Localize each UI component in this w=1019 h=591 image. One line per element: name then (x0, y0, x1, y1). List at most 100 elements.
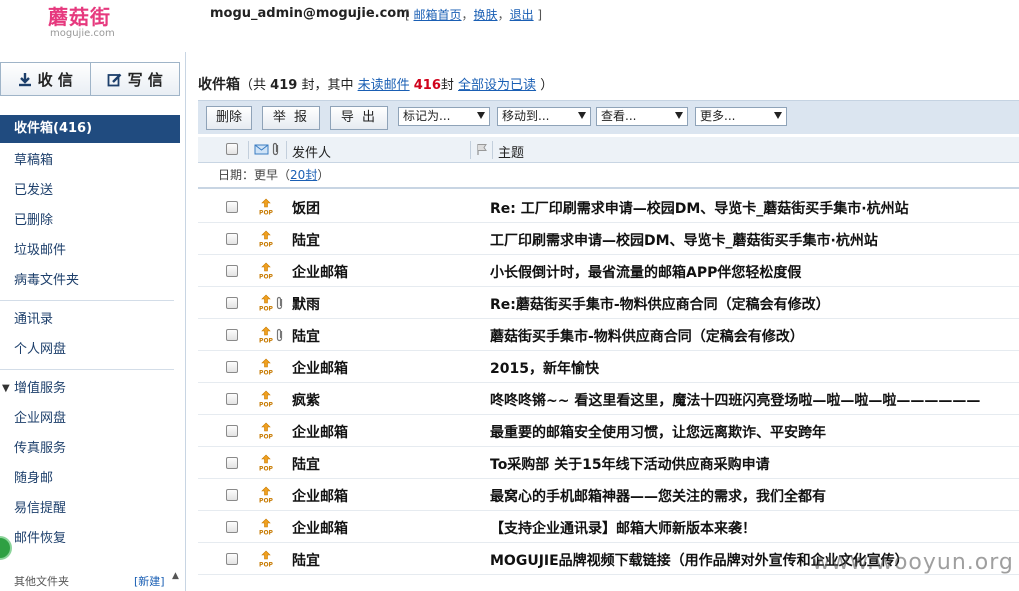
mail-type-icon[interactable] (254, 142, 270, 160)
mail-sender[interactable]: 企业邮箱 (292, 518, 348, 538)
mail-sender[interactable]: 默雨 (292, 294, 320, 314)
separator: ， (461, 8, 474, 22)
mail-row[interactable]: POP 陆宜 To采购部 关于15年线下活动供应商采购申请 (198, 447, 1019, 479)
mogujie-logo[interactable]: 蘑菇街 mogujie.com (48, 6, 120, 40)
mail-subject[interactable]: Re:蘑菇街买手集市-物料供应商合同（定稿会有修改） (490, 294, 830, 314)
divider (286, 141, 287, 159)
sidebar-item-virus[interactable]: 病毒文件夹 (0, 266, 180, 296)
mail-subject[interactable]: 蘑菇街买手集市-物料供应商合同（定稿会有修改） (490, 326, 804, 346)
mail-subject[interactable]: 最重要的邮箱安全使用习惯，让您远离欺诈、平安跨年 (490, 422, 826, 442)
mail-subject[interactable]: To采购部 关于15年线下活动供应商采购申请 (490, 454, 770, 474)
mail-subject[interactable]: 2015，新年愉快 (490, 358, 599, 378)
mail-select-checkbox[interactable] (226, 489, 238, 501)
mail-select-checkbox[interactable] (226, 329, 238, 341)
change-skin-link[interactable]: 换肤 (474, 8, 498, 22)
mail-select-checkbox[interactable] (226, 521, 238, 533)
attachment-icon (276, 328, 284, 342)
unread-mail-link[interactable]: 未读邮件 (358, 78, 410, 93)
pop-mail-icon: POP (258, 358, 274, 377)
new-folder-link[interactable]: [新建] (134, 573, 165, 589)
group-count-link[interactable]: 20封 (290, 168, 317, 182)
svg-text:POP: POP (259, 370, 273, 377)
mail-select-checkbox[interactable] (226, 265, 238, 277)
sidebar-item-enterprise-disk[interactable]: 企业网盘 (0, 404, 180, 434)
mail-row[interactable]: POP 企业邮箱 小长假倒计时，最省流量的邮箱APP伴您轻松度假 (198, 255, 1019, 287)
sidebar-item-fax[interactable]: 传真服务 (0, 434, 180, 464)
mail-subject[interactable]: 小长假倒计时，最省流量的邮箱APP伴您轻松度假 (490, 262, 801, 282)
delete-button[interactable]: 删除 (206, 106, 252, 130)
other-folders-bar: 其他文件夹 [新建] ▲ (0, 571, 182, 591)
sidebar-item-netdisk[interactable]: 个人网盘 (0, 335, 180, 365)
svg-text:POP: POP (259, 530, 273, 537)
export-button[interactable]: 导 出 (330, 106, 388, 130)
sidebar-item-mail-recovery[interactable]: 邮件恢复 (0, 524, 180, 554)
mail-select-checkbox[interactable] (226, 361, 238, 373)
flag-icon[interactable] (476, 143, 488, 160)
mail-sender[interactable]: 陆宜 (292, 230, 320, 250)
view-dropdown[interactable]: 查看... (596, 107, 688, 126)
mail-sender[interactable]: 疯紫 (292, 390, 320, 410)
mail-row[interactable]: POP 饭团 Re: 工厂印刷需求申请—校园DM、导览卡_蘑菇街买手集市·杭州站 (198, 191, 1019, 223)
mail-row[interactable]: POP 企业邮箱 2015，新年愉快 (198, 351, 1019, 383)
mail-select-checkbox[interactable] (226, 425, 238, 437)
download-icon (18, 72, 32, 87)
mail-subject[interactable]: 咚咚咚锵~~ 看这里看这里，魔法十四班闪亮登场啦—啦—啦—啦—————— (490, 390, 980, 410)
mail-select-checkbox[interactable] (226, 457, 238, 469)
pop-mail-icon: POP (258, 486, 274, 505)
sidebar-item-yixin-reminder[interactable]: 易信提醒 (0, 494, 180, 524)
move-to-dropdown[interactable]: 移动到... (497, 107, 591, 126)
subject-column-header[interactable]: 主题 (498, 142, 524, 161)
logout-link[interactable]: 退出 (510, 8, 534, 22)
chevron-down-icon: ▼ (2, 383, 10, 394)
write-mail-button[interactable]: 写 信 (89, 63, 180, 95)
mail-row[interactable]: POP 陆宜 蘑菇街买手集市-物料供应商合同（定稿会有修改） (198, 319, 1019, 351)
mail-sender[interactable]: 陆宜 (292, 454, 320, 474)
mail-row[interactable]: POP 企业邮箱 【支持企业通讯录】邮箱大师新版本来袭！ (198, 511, 1019, 543)
mail-row[interactable]: POP 企业邮箱 最重要的邮箱安全使用习惯，让您远离欺诈、平安跨年 (198, 415, 1019, 447)
svg-text:POP: POP (259, 466, 273, 473)
receive-mail-button[interactable]: 收 信 (1, 63, 90, 95)
mail-select-checkbox[interactable] (226, 233, 238, 245)
mail-subject[interactable]: 最窝心的手机邮箱神器——您关注的需求，我们全都有 (490, 486, 826, 506)
sidebar-item-contacts[interactable]: 通讯录 (0, 305, 180, 335)
mail-select-checkbox[interactable] (226, 201, 238, 213)
mail-sender[interactable]: 陆宜 (292, 550, 320, 570)
mail-sender[interactable]: 企业邮箱 (292, 422, 348, 442)
report-button[interactable]: 举 报 (262, 106, 320, 130)
mailbox-home-link[interactable]: 邮箱首页 (414, 8, 462, 22)
mail-subject[interactable]: 【支持企业通讯录】邮箱大师新版本来袭！ (490, 518, 756, 538)
mail-select-checkbox[interactable] (226, 393, 238, 405)
mail-sender[interactable]: 陆宜 (292, 326, 320, 346)
bracket-close: ） (317, 168, 330, 182)
mark-as-dropdown[interactable]: 标记为... (398, 107, 490, 126)
mark-all-read-link[interactable]: 全部设为已读 (458, 78, 536, 93)
mail-sender[interactable]: 企业邮箱 (292, 358, 348, 378)
sidebar-item-mobile-mail[interactable]: 随身邮 (0, 464, 180, 494)
sidebar-item-spam[interactable]: 垃圾邮件 (0, 236, 180, 266)
sidebar-item-deleted[interactable]: 已删除 (0, 206, 180, 236)
sidebar-item-drafts[interactable]: 草稿箱 (0, 146, 180, 176)
mail-select-checkbox[interactable] (226, 297, 238, 309)
sidebar-group-services[interactable]: ▼ 增值服务 (0, 374, 180, 404)
mail-subject[interactable]: 工厂印刷需求申请—校园DM、导览卡_蘑菇街买手集市·杭州站 (490, 230, 878, 250)
mail-sender[interactable]: 企业邮箱 (292, 486, 348, 506)
mail-sender[interactable]: 饭团 (292, 198, 320, 218)
attachment-icon[interactable] (272, 142, 280, 160)
mail-row[interactable]: POP 企业邮箱 最窝心的手机邮箱神器——您关注的需求，我们全都有 (198, 479, 1019, 511)
mail-sender[interactable]: 企业邮箱 (292, 262, 348, 282)
mail-subject[interactable]: Re: 工厂印刷需求申请—校园DM、导览卡_蘑菇街买手集市·杭州站 (490, 198, 909, 218)
scroll-arrow-icon[interactable]: ▲ (172, 571, 179, 581)
other-folders-label[interactable]: 其他文件夹 (14, 573, 69, 589)
mail-row[interactable]: POP 疯紫 咚咚咚锵~~ 看这里看这里，魔法十四班闪亮登场啦—啦—啦—啦—————… (198, 383, 1019, 415)
bracket-open: （ (278, 168, 291, 182)
more-label: 更多... (700, 109, 736, 123)
sender-column-header[interactable]: 发件人 (292, 142, 331, 161)
sidebar-item-sent[interactable]: 已发送 (0, 176, 180, 206)
select-all-checkbox[interactable] (226, 143, 238, 155)
mail-row[interactable]: POP 默雨 Re:蘑菇街买手集市-物料供应商合同（定稿会有修改） (198, 287, 1019, 319)
list-header: 发件人 主题 (198, 137, 1019, 163)
more-dropdown[interactable]: 更多... (695, 107, 787, 126)
mail-select-checkbox[interactable] (226, 553, 238, 565)
sidebar-item-inbox[interactable]: 收件箱(416) (0, 115, 180, 143)
mail-row[interactable]: POP 陆宜 工厂印刷需求申请—校园DM、导览卡_蘑菇街买手集市·杭州站 (198, 223, 1019, 255)
